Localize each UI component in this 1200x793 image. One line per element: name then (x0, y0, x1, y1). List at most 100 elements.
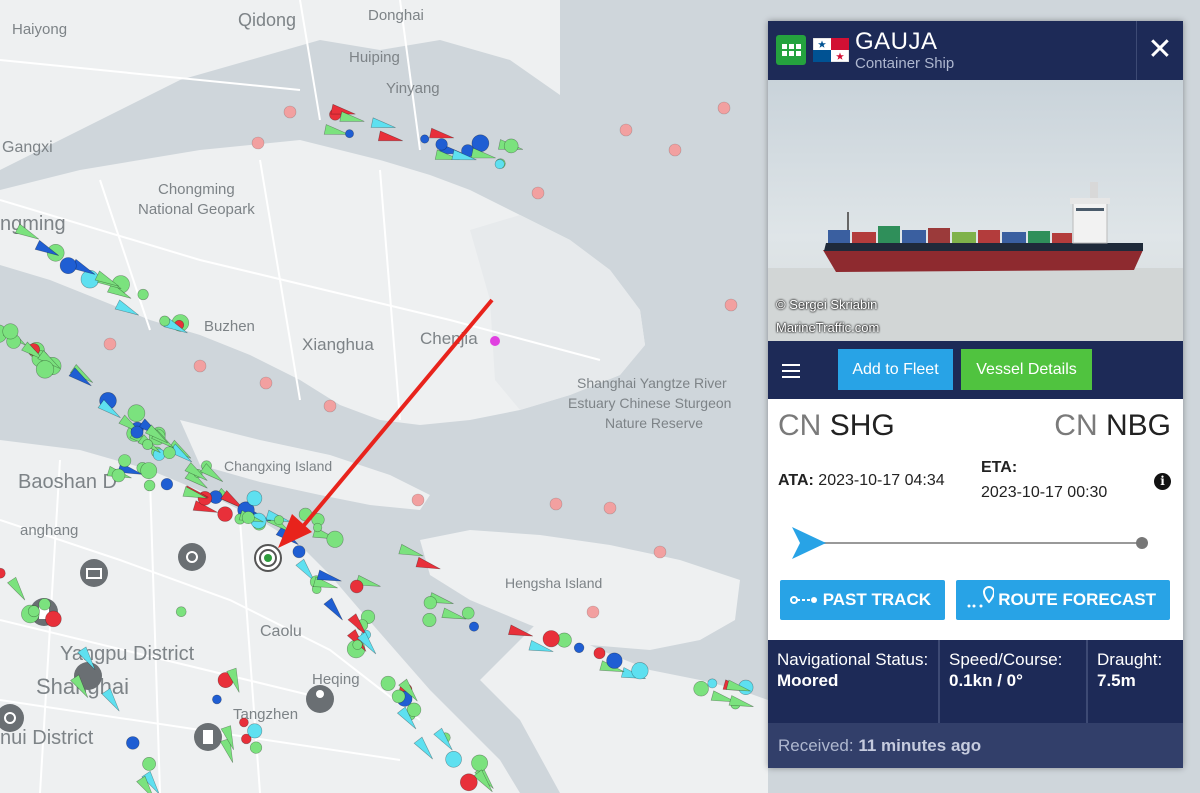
vessel-marker[interactable] (459, 773, 478, 792)
vessel-marker[interactable] (38, 598, 51, 611)
vessel-marker[interactable] (345, 129, 354, 139)
vessel-marker[interactable] (103, 337, 117, 351)
departure-port-code: SHG (829, 409, 895, 442)
vessel-marker[interactable] (603, 501, 617, 515)
vessel-marker[interactable] (724, 298, 738, 312)
vessel-marker[interactable] (259, 376, 273, 390)
vessel-details-button[interactable]: Vessel Details (961, 349, 1092, 390)
vessel-marker[interactable] (249, 741, 263, 754)
vessel-marker[interactable] (111, 468, 126, 483)
vessel-marker[interactable] (193, 359, 207, 373)
vessel-marker[interactable] (468, 621, 479, 632)
panel-action-bar: Add to Fleet Vessel Details (768, 341, 1183, 399)
map-label-chenjia: Chenjia (420, 329, 478, 348)
vessel-marker[interactable] (313, 522, 323, 533)
add-to-fleet-button[interactable]: Add to Fleet (838, 349, 953, 390)
vessel-marker[interactable] (2, 323, 19, 340)
vessel-marker[interactable] (350, 579, 364, 594)
vessel-marker[interactable] (292, 545, 306, 559)
map-label-chongming-geopark-1: Chongming (158, 181, 235, 198)
vessel-marker[interactable] (142, 439, 153, 450)
poi-person-icon (306, 685, 334, 713)
vessel-marker[interactable] (126, 736, 140, 750)
vessel-marker[interactable] (619, 123, 633, 137)
grid-icon[interactable] (776, 35, 806, 65)
vessel-marker[interactable] (549, 497, 563, 511)
ata-row: ATA: 2023-10-17 04:34 (778, 472, 945, 490)
vessel-marker[interactable] (246, 490, 263, 507)
vessel-marker[interactable] (137, 288, 149, 301)
vessel-marker[interactable] (283, 105, 297, 119)
past-track-button[interactable]: PAST TRACK (780, 580, 945, 620)
map-label-reserve-3: Nature Reserve (605, 415, 703, 431)
vessel-marker[interactable] (59, 257, 77, 275)
info-icon[interactable]: i (1154, 473, 1171, 490)
vessel-marker[interactable] (28, 605, 40, 618)
vessel-marker[interactable] (435, 138, 448, 151)
vessel-marker[interactable] (668, 143, 682, 157)
vessel-marker[interactable] (423, 596, 437, 610)
vessel-marker[interactable] (143, 479, 156, 492)
vessel-marker[interactable] (707, 678, 718, 689)
vessel-marker[interactable] (241, 511, 255, 524)
vessel-marker[interactable] (573, 642, 585, 653)
speed-course-cell: Speed/Course: 0.1kn / 0° (938, 640, 1086, 723)
vessel-marker[interactable] (118, 454, 132, 468)
ata-label: ATA: (778, 472, 814, 489)
route-forecast-button[interactable]: ROUTE FORECAST (956, 580, 1170, 620)
vessel-marker[interactable] (239, 717, 249, 728)
vessel-marker[interactable] (422, 612, 437, 627)
vessel-marker[interactable] (631, 662, 649, 680)
hamburger-menu-icon[interactable] (782, 360, 811, 380)
vessel-marker[interactable] (127, 404, 146, 423)
vessel-marker[interactable] (212, 694, 222, 705)
voyage-progress-arrow-icon (792, 527, 826, 559)
selected-vessel-marker[interactable] (254, 544, 282, 572)
vessel-marker[interactable] (494, 159, 505, 170)
map-label-haiyong: Haiyong (12, 21, 67, 38)
vessel-marker[interactable] (273, 515, 284, 526)
vessel-marker[interactable] (471, 754, 489, 772)
vessel-marker[interactable] (130, 425, 144, 439)
vessel-marker[interactable] (251, 136, 265, 150)
photo-credit-site: MarineTraffic.com (776, 320, 880, 335)
vessel-marker[interactable] (35, 360, 55, 379)
vessel-marker[interactable] (323, 399, 337, 413)
vessel-marker[interactable] (445, 750, 462, 768)
destination-port[interactable]: CN NBG (1054, 409, 1171, 443)
vessel-marker[interactable] (461, 606, 475, 620)
vessel-marker[interactable] (159, 315, 171, 327)
vessel-marker[interactable] (606, 652, 623, 669)
vessel-marker[interactable] (140, 462, 158, 480)
eta-label: ETA: (981, 459, 1018, 476)
vessel-marker[interactable] (217, 506, 233, 522)
vessel-marker[interactable] (391, 689, 406, 704)
vessel-marker[interactable] (693, 680, 709, 697)
vessel-marker[interactable] (247, 723, 263, 739)
close-icon[interactable]: ✕ (1136, 21, 1183, 80)
vessel-marker[interactable] (586, 605, 600, 619)
vessel-marker[interactable] (531, 186, 545, 200)
vessel-marker[interactable] (380, 675, 396, 691)
vessel-marker[interactable] (717, 101, 731, 115)
map-label-yanghang: anghang (20, 522, 78, 539)
draught-cell: Draught: 7.5m (1086, 640, 1183, 723)
vessel-marker[interactable] (160, 478, 173, 491)
vessel-marker[interactable] (503, 138, 519, 154)
departure-port[interactable]: CN SHG (778, 409, 895, 443)
vessel-marker[interactable] (152, 448, 166, 461)
vessel-marker[interactable] (163, 446, 176, 460)
vessel-marker[interactable] (411, 493, 425, 507)
vessel-marker[interactable] (593, 647, 606, 660)
vessel-marker[interactable] (490, 336, 500, 346)
destination-country-code: CN (1054, 409, 1098, 442)
vessel-marker[interactable] (326, 530, 344, 548)
vessel-marker[interactable] (542, 630, 560, 648)
vessel-marker[interactable] (45, 610, 62, 628)
vessel-marker[interactable] (142, 757, 156, 771)
vessel-marker[interactable] (653, 545, 667, 559)
vessel-marker[interactable] (420, 134, 430, 144)
vessel-marker[interactable] (175, 606, 187, 618)
draught-label: Draught: (1097, 650, 1163, 669)
speed-course-label: Speed/Course: (949, 650, 1063, 669)
